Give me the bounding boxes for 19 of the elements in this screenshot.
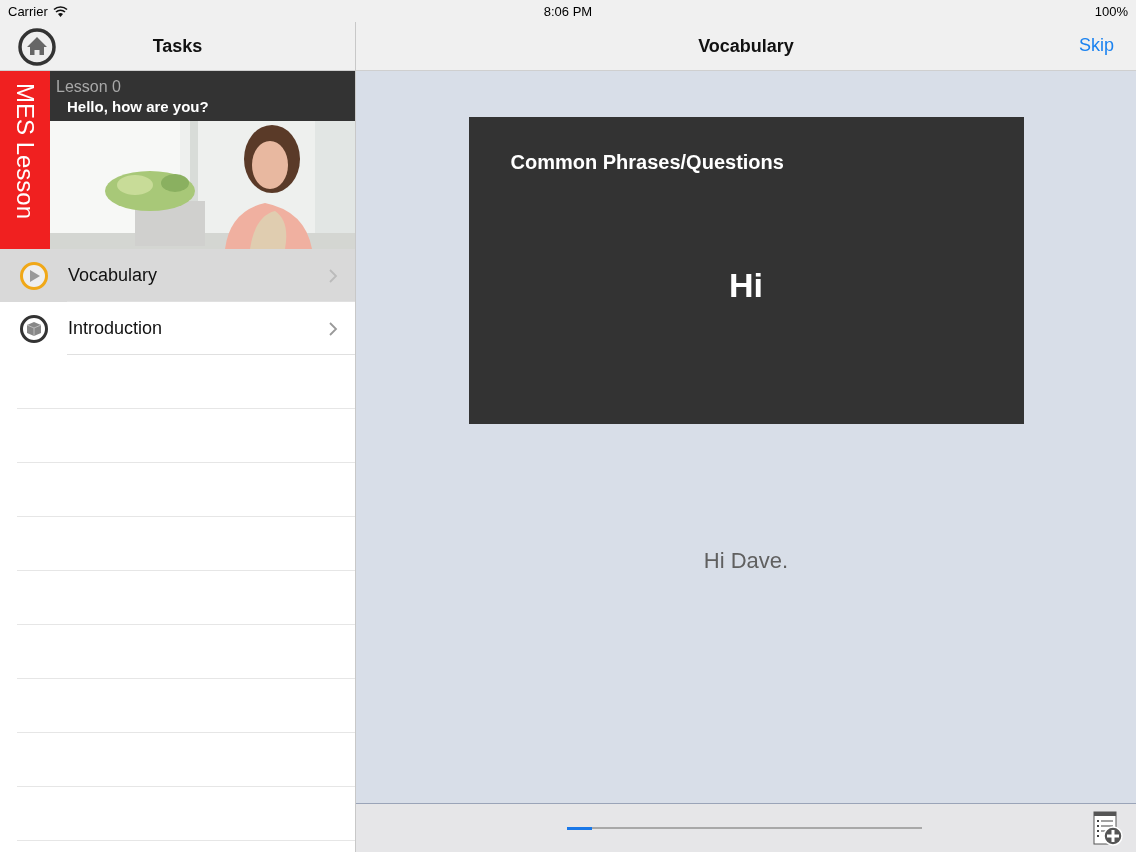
chevron-icon bbox=[328, 320, 338, 337]
add-list-button[interactable] bbox=[1092, 811, 1124, 847]
play-icon bbox=[19, 260, 49, 291]
card-word: Hi bbox=[729, 266, 763, 305]
panel-title: Tasks bbox=[152, 35, 203, 57]
lesson-title: Hello, how are you? bbox=[66, 97, 210, 115]
chevron-icon bbox=[328, 267, 338, 284]
card-category: Common Phrases/Questions bbox=[510, 151, 785, 174]
task-item[interactable]: Vocabulary bbox=[0, 249, 355, 302]
example-sentence: Hi Dave. bbox=[703, 548, 789, 574]
battery-percent: 100% bbox=[1094, 3, 1128, 19]
screen-title: Vocabulary bbox=[698, 35, 794, 57]
home-button[interactable] bbox=[17, 27, 57, 67]
carrier-label: Carrier bbox=[8, 3, 48, 19]
lesson-number: Lesson 0 bbox=[56, 77, 122, 96]
status-time: 8:06 PM bbox=[543, 3, 593, 19]
wifi-icon bbox=[52, 5, 68, 17]
lesson-badge: MES Lesson bbox=[0, 71, 50, 249]
cube-icon bbox=[19, 313, 49, 344]
